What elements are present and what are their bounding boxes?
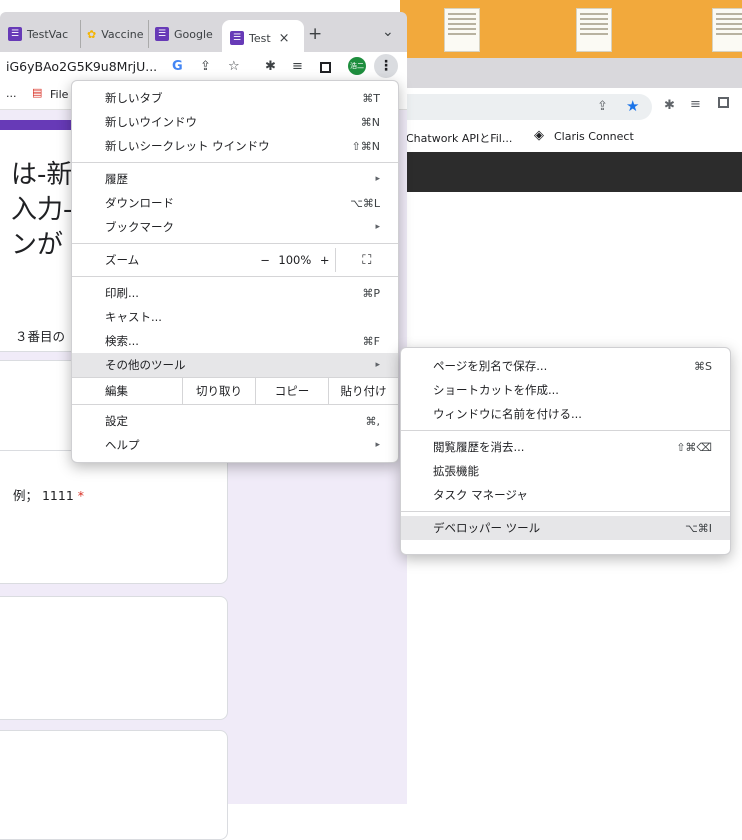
menu-cut-button[interactable]: 切り取り	[182, 378, 255, 404]
background-address-bar[interactable]	[402, 94, 652, 120]
menu-more-tools[interactable]: その他のツール ▸	[72, 353, 398, 377]
bookmark-claris-connect[interactable]: Claris Connect	[554, 130, 634, 143]
bookmark-star-icon[interactable]: ★	[626, 97, 639, 115]
forms-icon: ☰	[230, 31, 244, 45]
menu-create-shortcut[interactable]: ショートカットを作成...	[401, 378, 730, 402]
menu-developer-tools[interactable]: デベロッパー ツール ⌥⌘I	[401, 516, 730, 540]
question-title: 例； 1111 *	[13, 488, 85, 503]
document-thumbnail-icon	[444, 8, 480, 52]
bookmark-chatwork[interactable]: Chatwork APIとFil...	[406, 130, 512, 146]
menu-clear-browsing-data[interactable]: 閲覧履歴を消去... ⇧⌘⌫	[401, 435, 730, 459]
form-title: は-新 入力- ンが	[11, 160, 73, 260]
menu-extensions[interactable]: 拡張機能	[401, 459, 730, 483]
menu-divider	[72, 162, 398, 163]
bookmarks-overflow[interactable]: ...	[6, 87, 17, 100]
bookmark-star-icon[interactable]: ☆	[228, 59, 240, 74]
document-thumbnail-icon	[576, 8, 612, 52]
background-bookmarks-bar: Chatwork APIとFil... ◈ Claris Connect	[400, 124, 742, 152]
background-tab-bar	[400, 58, 742, 92]
reading-list-icon[interactable]: ≡	[292, 59, 303, 74]
background-window-banner	[400, 0, 742, 58]
file-bookmark-icon: ▤	[32, 86, 43, 99]
extensions-icon[interactable]: ✱	[664, 98, 675, 113]
chrome-menu-kebab-icon[interactable]: ⋮	[374, 54, 398, 78]
chrome-main-menu: 新しいタブ ⌘T 新しいウインドウ ⌘N 新しいシークレット ウインドウ ⇧⌘N 履歴…	[71, 80, 399, 463]
side-panel-icon[interactable]	[718, 97, 729, 108]
menu-find[interactable]: 検索... ⌘F	[72, 329, 398, 353]
new-tab-button[interactable]: +	[308, 24, 322, 44]
menu-task-manager[interactable]: タスク マネージャ	[401, 483, 730, 507]
profile-avatar[interactable]: 浩二	[348, 57, 366, 75]
extensions-icon[interactable]: ✱	[265, 59, 276, 74]
submenu-arrow-icon: ▸	[375, 222, 380, 232]
menu-zoom-label: ズーム	[105, 253, 140, 267]
address-bar-url[interactable]: iG6yBAo2G5K9u8MrjU...	[6, 59, 157, 74]
question-card	[0, 596, 228, 720]
menu-name-window[interactable]: ウィンドウに名前を付ける...	[401, 402, 730, 426]
form-description: ３番目の	[15, 329, 66, 344]
submenu-arrow-icon: ▸	[375, 440, 380, 450]
fullscreen-icon[interactable]: ⛶	[334, 248, 398, 272]
tab-search-icon[interactable]: ⌄	[382, 24, 394, 40]
google-lens-icon[interactable]: G	[172, 59, 183, 74]
zoom-in-button[interactable]: +	[315, 253, 335, 267]
required-mark: *	[77, 488, 85, 503]
tab-close-icon[interactable]: ×	[279, 31, 290, 46]
menu-bookmarks[interactable]: ブックマーク ▸	[72, 215, 398, 239]
share-icon[interactable]: ⇪	[597, 99, 608, 114]
side-panel-icon[interactable]	[320, 62, 331, 73]
menu-divider	[72, 276, 398, 277]
question-card	[0, 730, 228, 840]
menu-divider	[401, 430, 730, 431]
menu-new-window[interactable]: 新しいウインドウ ⌘N	[72, 110, 398, 134]
question-card-example: 例； 1111 *	[0, 450, 228, 584]
claris-connect-icon: ◈	[534, 128, 544, 143]
vaccine-favicon-icon: ✿	[87, 27, 97, 41]
tab-strip: ☰ TestVac ✿ Vaccine ☰ Google ☰ Test × + ⌄	[0, 12, 407, 56]
forms-icon: ☰	[155, 27, 169, 41]
menu-edit-row: 編集 切り取り コピー 貼り付け	[72, 378, 398, 404]
tab-testvac[interactable]: ☰ TestVac	[8, 20, 70, 48]
bookmark-file[interactable]: File	[50, 88, 68, 101]
menu-zoom-row: ズーム − 100% + ⛶	[72, 248, 398, 272]
share-icon[interactable]: ⇪	[200, 59, 211, 74]
submenu-arrow-icon: ▸	[375, 174, 380, 184]
submenu-arrow-icon: ▸	[375, 360, 380, 370]
tab-test-active[interactable]: ☰ Test ×	[222, 20, 304, 56]
menu-save-page-as[interactable]: ページを別名で保存... ⌘S	[401, 354, 730, 378]
menu-cast[interactable]: キャスト...	[72, 305, 398, 329]
more-tools-submenu: ページを別名で保存... ⌘S ショートカットを作成... ウィンドウに名前を付け…	[400, 347, 731, 555]
menu-divider	[72, 243, 398, 244]
menu-downloads[interactable]: ダウンロード ⌥⌘L	[72, 191, 398, 215]
menu-divider	[401, 511, 730, 512]
background-page-header	[400, 152, 742, 192]
zoom-level: 100%	[278, 253, 312, 267]
document-thumbnail-icon	[712, 8, 742, 52]
menu-paste-button[interactable]: 貼り付け	[328, 378, 398, 404]
zoom-out-button[interactable]: −	[255, 253, 275, 267]
menu-copy-button[interactable]: コピー	[255, 378, 328, 404]
menu-edit-label: 編集	[105, 384, 128, 398]
menu-history[interactable]: 履歴 ▸	[72, 167, 398, 191]
forms-icon: ☰	[8, 27, 22, 41]
reading-list-icon[interactable]: ≡	[690, 97, 701, 112]
menu-settings[interactable]: 設定 ⌘,	[72, 409, 398, 433]
menu-new-tab[interactable]: 新しいタブ ⌘T	[72, 86, 398, 110]
menu-print[interactable]: 印刷... ⌘P	[72, 281, 398, 305]
menu-help[interactable]: ヘルプ ▸	[72, 433, 398, 457]
tab-vaccine[interactable]: ✿ Vaccine	[80, 20, 151, 48]
tab-google[interactable]: ☰ Google	[148, 20, 225, 48]
menu-divider	[72, 404, 398, 405]
menu-new-incognito-window[interactable]: 新しいシークレット ウインドウ ⇧⌘N	[72, 134, 398, 158]
